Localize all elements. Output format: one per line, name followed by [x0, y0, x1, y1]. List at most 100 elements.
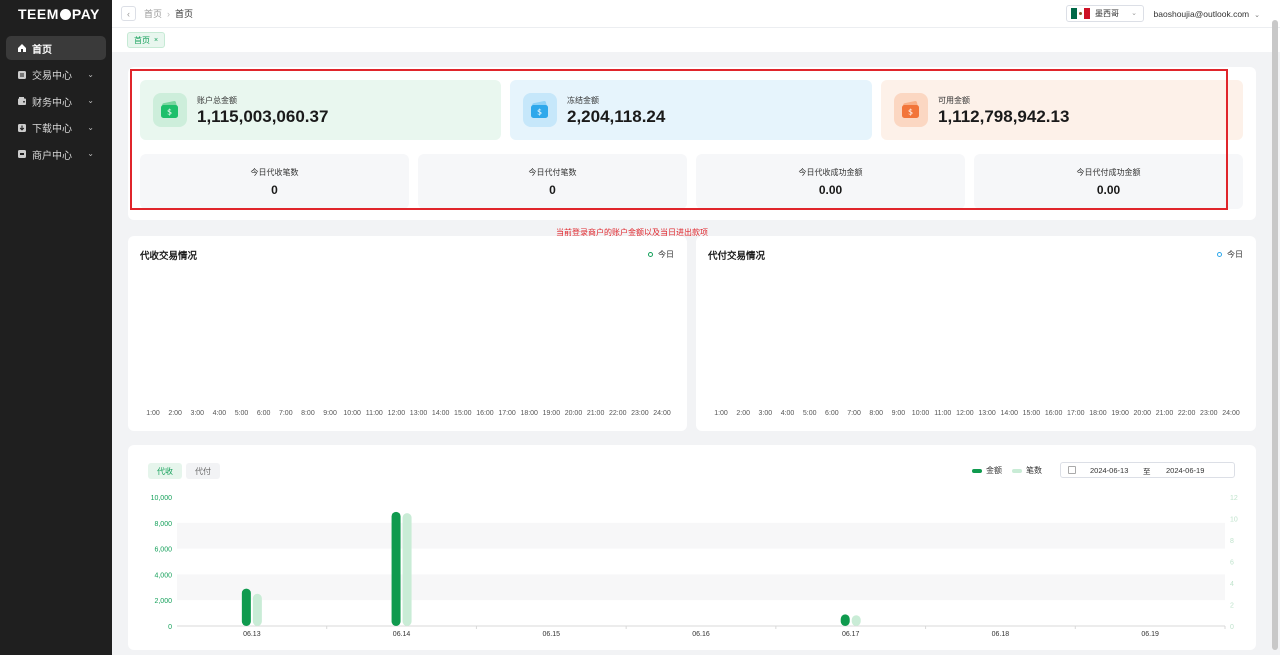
back-button[interactable]: ‹	[121, 6, 136, 21]
collect-chart-legend-label: 今日	[658, 250, 674, 259]
x-axis-tick-label: 20:00	[1133, 410, 1152, 417]
y-right-tick-label: 4	[1230, 581, 1234, 588]
bar-amount	[241, 588, 251, 626]
x-axis-tick-label: 06.17	[842, 631, 860, 638]
x-axis-tick-label: 06.18	[992, 631, 1010, 638]
y-left-tick-label: 6,000	[154, 547, 172, 554]
y-left-tick-label: 4,000	[154, 572, 172, 579]
x-axis-tick-label: 16:00	[1044, 410, 1063, 417]
x-axis-tick-label: 12:00	[387, 410, 406, 417]
chevron-down-icon: ⌄	[87, 96, 94, 105]
y-left-tick-label: 0	[168, 624, 172, 631]
chevron-down-icon: ⌄	[1254, 12, 1260, 19]
logo-text-right: PAY	[71, 6, 100, 22]
x-axis-tick-label: 8:00	[869, 410, 884, 417]
x-axis-tick-label: 24:00	[653, 410, 671, 417]
collect-chart-x-axis: 1:00 2:00 3:00 4:00 5:00 6:00 7:00 8:00 9:00 10:0…	[138, 410, 677, 422]
sidebar-nav: 首页 交易中心 ⌄ 财务中心 ⌄ 下载中心 ⌄ 商户中心 ⌄	[0, 36, 112, 166]
y-right-tick-label: 6	[1230, 560, 1234, 567]
sidebar-item-home[interactable]: 首页	[6, 36, 106, 60]
x-axis-tick-label: 15:00	[1022, 410, 1041, 417]
x-axis-tick-label: 18:00	[520, 410, 538, 417]
y-left-tick-label: 2,000	[154, 598, 172, 605]
pay-chart-title: 代付交易情况	[708, 251, 766, 262]
chevron-down-icon: ⌄	[1131, 10, 1137, 17]
x-axis-tick-label: 06.13	[243, 631, 261, 638]
legend-circle-icon	[1217, 252, 1222, 257]
bar-count	[252, 593, 262, 626]
x-axis-tick-label: 5:00	[802, 410, 817, 417]
y-right-tick-label: 8	[1230, 538, 1234, 545]
legend-circle-icon	[648, 252, 653, 257]
x-axis-tick-label: 20:00	[564, 410, 583, 417]
x-axis-tick-label: 19:00	[1111, 410, 1129, 417]
x-axis-tick-label: 1:00	[714, 410, 728, 417]
brand-logo[interactable]: TEEM PAY	[0, 0, 112, 28]
collect-chart-panel: 代收交易情况 今日 1:00 2:00 3:00 4:00 5:00 6:00 7:00 8:…	[128, 236, 687, 431]
download-icon	[17, 123, 27, 133]
x-axis-tick-label: 7:00	[278, 410, 293, 417]
sidebar-item-trade[interactable]: 交易中心 ⌄	[6, 63, 106, 87]
grid-band	[177, 574, 1225, 601]
grid-band	[177, 522, 1225, 549]
x-axis-tick-label: 10:00	[343, 410, 361, 417]
x-axis-tick-label: 9:00	[891, 410, 906, 417]
y-right-tick-label: 10	[1230, 517, 1238, 524]
user-menu[interactable]: baoshoujia@outlook.com ⌄	[1154, 9, 1260, 19]
chevron-down-icon: ⌄	[87, 149, 94, 158]
bar-count	[402, 513, 412, 626]
sidebar-item-label: 财务中心	[32, 97, 72, 109]
x-axis-tick-label: 11:00	[365, 410, 383, 417]
y-right-tick-label: 0	[1230, 624, 1234, 631]
bar-count	[851, 615, 861, 626]
sidebar-item-label: 首页	[32, 44, 52, 56]
chevron-down-icon: ⌄	[87, 122, 94, 132]
page-scrollbar[interactable]	[1272, 20, 1278, 650]
annotation-highlight-box	[130, 69, 1228, 210]
x-axis-tick-label: 11:00	[934, 410, 952, 417]
x-axis-tick-label: 23:00	[1200, 410, 1218, 417]
x-axis-tick-label: 22:00	[1177, 410, 1196, 417]
sidebar-item-label: 下载中心	[32, 124, 72, 135]
trend-chart-panel: 代收 代付 金额 笔数 2024-06-13 至 2024-06-19 0 2,0…	[128, 445, 1256, 650]
chevron-right-icon: ›	[167, 9, 171, 19]
x-axis-tick-label: 9:00	[323, 410, 337, 417]
x-axis-tick-label: 06.15	[543, 631, 561, 638]
user-email: baoshoujia@outlook.com	[1153, 9, 1250, 19]
x-axis-tick-label: 6:00	[256, 410, 271, 417]
x-axis-tick-label: 12:00	[956, 410, 974, 417]
collect-chart-legend[interactable]: 今日	[648, 249, 674, 260]
paw-icon	[59, 8, 71, 20]
x-axis-tick-label: 19:00	[542, 410, 561, 417]
trade-icon	[17, 70, 27, 80]
x-axis-tick-label: 1:00	[146, 410, 160, 417]
logo-text-left: TEEM	[18, 6, 59, 22]
sidebar-item-finance[interactable]: 财务中心 ⌄	[6, 89, 106, 113]
y-left-tick-label: 8,000	[154, 521, 172, 528]
y-right-tick-label: 2	[1230, 603, 1234, 610]
pay-chart-legend[interactable]: 今日	[1217, 249, 1243, 260]
bar-amount	[840, 614, 850, 626]
sidebar-item-download[interactable]: 下载中心 ⌄	[6, 116, 106, 140]
pay-chart-x-axis: 1:00 2:00 3:00 4:00 5:00 6:00 7:00 8:00 9:00 10:0…	[706, 410, 1246, 422]
x-axis-tick-label: 13:00	[409, 410, 428, 417]
language-select[interactable]: 墨西哥 ⌄	[1066, 5, 1144, 22]
tabs-view-bar: 首页 ×	[112, 28, 1280, 52]
x-axis-tick-label: 2:00	[168, 410, 182, 417]
breadcrumb-root[interactable]: 首页	[144, 9, 162, 19]
merchant-icon	[17, 149, 27, 159]
sidebar-item-label: 交易中心	[32, 71, 72, 82]
y-left-tick-label: 10,000	[151, 495, 173, 502]
x-axis-tick-label: 4:00	[780, 410, 795, 417]
x-axis-tick-label: 17:00	[498, 410, 516, 417]
x-axis-tick-label: 18:00	[1089, 410, 1107, 417]
close-icon[interactable]: ×	[154, 37, 158, 44]
breadcrumb-current: 首页	[175, 9, 194, 19]
tab-home[interactable]: 首页 ×	[127, 32, 166, 48]
chevron-left-icon: ‹	[127, 8, 130, 19]
sidebar: TEEM PAY 首页 交易中心 ⌄ 财务中心 ⌄ 下载中心 ⌄ 商户中心 ⌄	[0, 0, 112, 655]
wallet-icon	[17, 96, 27, 106]
sidebar-item-merchant[interactable]: 商户中心 ⌄	[6, 142, 106, 166]
x-axis-tick-label: 5:00	[234, 410, 249, 417]
breadcrumb: 首页 › 首页	[144, 7, 193, 20]
